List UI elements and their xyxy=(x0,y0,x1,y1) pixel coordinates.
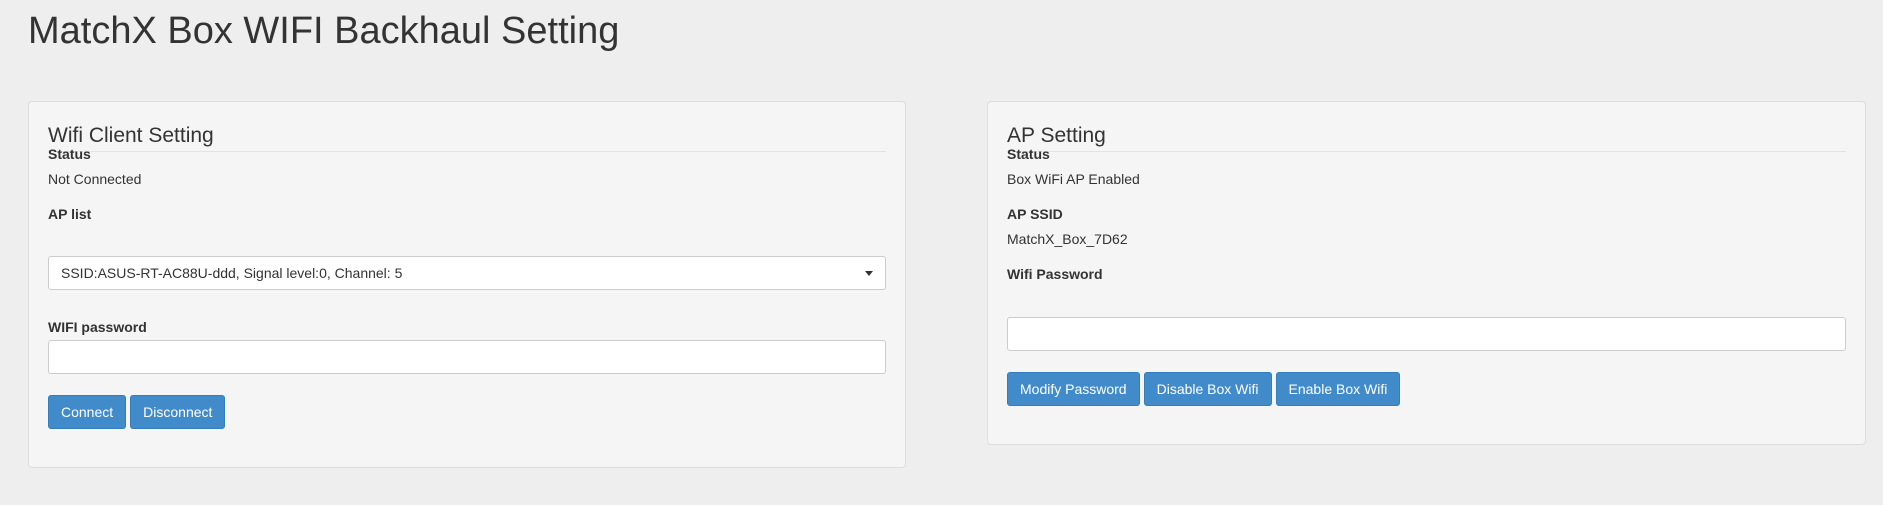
wifi-password-input[interactable] xyxy=(48,340,886,374)
disconnect-button[interactable]: Disconnect xyxy=(130,395,226,429)
ap-password-label: Wifi Password xyxy=(1007,266,1103,282)
ap-setting-panel: AP Setting Status Box WiFi AP Enabled AP… xyxy=(987,101,1866,445)
ap-status-value: Box WiFi AP Enabled xyxy=(1007,171,1140,187)
ap-list-label: AP list xyxy=(48,206,92,222)
enable-box-wifi-button[interactable]: Enable Box Wifi xyxy=(1275,372,1401,406)
ap-status-label: Status xyxy=(1007,146,1050,162)
ap-password-input[interactable] xyxy=(1007,317,1846,351)
client-status-value: Not Connected xyxy=(48,171,142,187)
ap-setting-heading: AP Setting xyxy=(1007,123,1846,152)
wifi-password-label: WIFI password xyxy=(48,319,147,335)
connect-button[interactable]: Connect xyxy=(48,395,127,429)
ap-ssid-value: MatchX_Box_7D62 xyxy=(1007,231,1128,247)
disable-box-wifi-button[interactable]: Disable Box Wifi xyxy=(1143,372,1272,406)
chevron-down-icon xyxy=(865,271,873,276)
wifi-client-panel: Wifi Client Setting Status Not Connected… xyxy=(28,101,906,468)
wifi-client-heading: Wifi Client Setting xyxy=(48,123,886,152)
client-status-label: Status xyxy=(48,146,91,162)
ap-button-row: Modify Password Disable Box Wifi Enable … xyxy=(1007,372,1401,406)
ap-ssid-label: AP SSID xyxy=(1007,206,1063,222)
page-title: MatchX Box WIFI Backhaul Setting xyxy=(28,10,620,52)
ap-list-select[interactable]: SSID:ASUS-RT-AC88U-ddd, Signal level:0, … xyxy=(48,256,886,290)
ap-list-selected-value: SSID:ASUS-RT-AC88U-ddd, Signal level:0, … xyxy=(61,265,403,281)
client-button-row: Connect Disconnect xyxy=(48,395,226,429)
modify-password-button[interactable]: Modify Password xyxy=(1007,372,1140,406)
